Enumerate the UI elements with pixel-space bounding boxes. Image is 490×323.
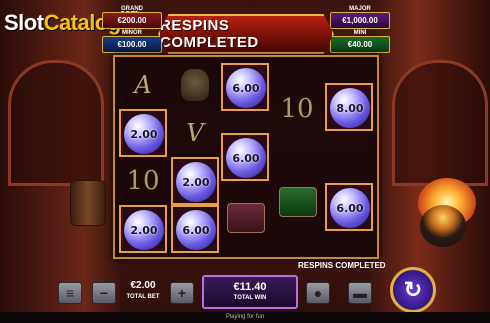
autoplay-button[interactable]: ● — [306, 282, 330, 304]
symbol-a: A — [134, 71, 152, 99]
jackpot-grand-label: GRAND — [121, 6, 143, 12]
footer-text: Playing for fun — [225, 314, 265, 320]
jackpot-minor: MINOR €100.00 — [102, 30, 162, 53]
reel-cell — [221, 193, 269, 241]
reel-cell: 10 — [273, 85, 321, 133]
reel-cell-orb: 6.00 — [221, 133, 269, 181]
jackpot-grand: GRAND €200.00 — [102, 6, 162, 29]
jackpot-major: MAJOR €1,000.00 — [330, 6, 390, 29]
replay-icon: ↻ — [403, 277, 423, 302]
reel-cell-orb: 8.00 — [325, 83, 373, 131]
cauldron-decoration — [420, 205, 466, 247]
banner-title: RESPINS COMPLETED — [160, 17, 259, 51]
reel-cell — [273, 177, 321, 225]
jackpot-mini: MINI €40.00 — [330, 30, 390, 53]
background-arch-right — [392, 60, 488, 186]
barrel-decoration — [70, 180, 106, 226]
reel-cell: A — [119, 61, 167, 109]
reel-cell-orb: 6.00 — [171, 205, 219, 253]
cash-orb: 2.00 — [124, 114, 164, 154]
cash-orb: 6.00 — [176, 210, 216, 250]
autoplay-icon: ● — [313, 285, 323, 301]
jackpot-major-label: MAJOR — [349, 6, 371, 12]
paytable-icon: ▬ — [353, 285, 367, 301]
menu-button[interactable]: ≡ — [58, 282, 82, 304]
reel-grid: A 2.00 10 2.00 V 2.00 6.00 6.00 6.00 10 … — [113, 55, 379, 259]
cash-orb: 2.00 — [124, 210, 164, 250]
cash-orb: 6.00 — [226, 68, 266, 108]
jackpot-minor-label: MINOR — [122, 30, 142, 36]
symbol-ten: 10 — [280, 94, 314, 124]
cash-orb: 6.00 — [226, 138, 266, 178]
footer-bar: Playing for fun — [0, 312, 490, 323]
bet-increase-button[interactable]: + — [170, 282, 194, 304]
cash-orb: 2.00 — [176, 162, 216, 202]
reel-cell-orb: 6.00 — [221, 63, 269, 111]
jackpot-mini-value: €40.00 — [347, 40, 373, 49]
status-message: RESPINS COMPLETED — [298, 261, 386, 270]
reel-cell-orb: 2.00 — [119, 205, 167, 253]
owl-symbol-icon — [181, 69, 209, 101]
reel-cell — [171, 61, 219, 109]
symbol-v: V — [186, 119, 204, 147]
potion-chest-symbol-icon — [279, 187, 317, 217]
spellbook-symbol-icon — [227, 203, 265, 233]
cash-orb: 6.00 — [330, 188, 370, 228]
background-arch-left — [8, 60, 104, 186]
minus-icon: − — [99, 285, 109, 301]
cash-orb: 8.00 — [330, 88, 370, 128]
reel-cell: 10 — [119, 157, 167, 205]
jackpot-grand-value: €200.00 — [117, 16, 147, 25]
spin-button[interactable]: ↻ — [390, 267, 436, 313]
paytable-button[interactable]: ▬ — [348, 282, 372, 304]
reel-cell: V — [171, 109, 219, 157]
plus-icon: + — [177, 285, 187, 301]
reel-cell-orb: 2.00 — [119, 109, 167, 157]
jackpot-minor-value: €100.00 — [117, 40, 147, 49]
reel-cell-orb: 6.00 — [325, 183, 373, 231]
symbol-ten: 10 — [126, 166, 160, 196]
total-bet-label: TOTAL BET — [126, 294, 160, 300]
reel-cell-orb: 2.00 — [171, 157, 219, 205]
total-win-value: €11.40 — [233, 281, 267, 293]
jackpot-major-value: €1,000.00 — [342, 16, 378, 25]
total-bet-value: €2.00 — [130, 280, 156, 291]
total-win-panel: €11.40 TOTAL WIN — [202, 275, 298, 309]
menu-icon: ≡ — [65, 285, 75, 301]
total-win-label: TOTAL WIN — [233, 295, 267, 301]
respins-completed-banner: RESPINS COMPLETED — [158, 14, 334, 54]
jackpot-mini-label: MINI — [353, 30, 367, 36]
bet-decrease-button[interactable]: − — [92, 282, 116, 304]
